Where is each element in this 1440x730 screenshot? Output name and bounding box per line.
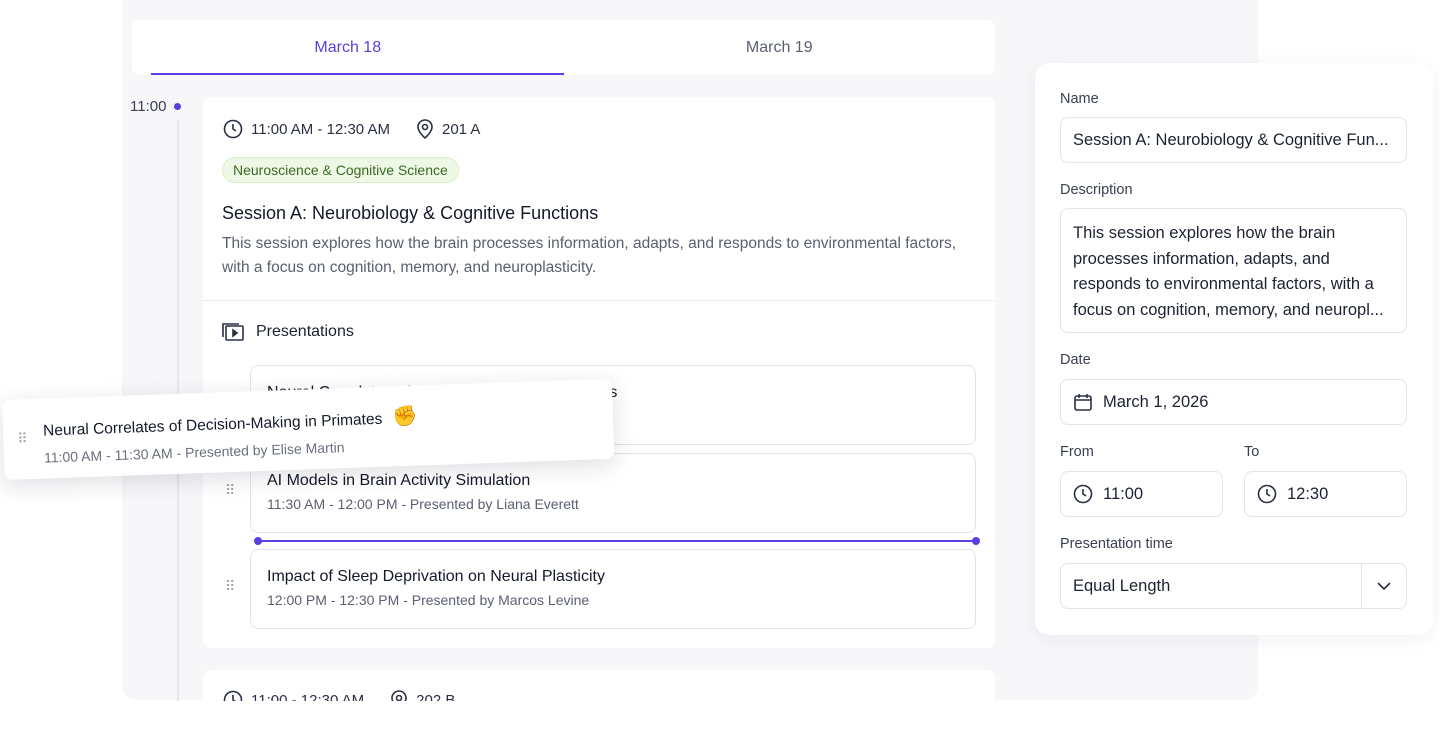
date-label: Date	[1060, 352, 1091, 368]
to-time-input[interactable]: 12:30	[1244, 471, 1407, 517]
timeline-time: 11:00	[130, 98, 166, 115]
chevron-down-icon[interactable]	[1361, 564, 1406, 608]
date-input[interactable]: March 1, 2026	[1060, 379, 1407, 425]
description-textarea[interactable]: This session explores how the brain proc…	[1060, 208, 1407, 333]
calendar-icon	[1073, 392, 1093, 412]
name-label: Name	[1060, 91, 1099, 107]
name-input[interactable]: Session A: Neurobiology & Cognitive Fun.…	[1060, 117, 1407, 163]
presentations-header: Presentations	[222, 323, 354, 341]
presentation-time-value: Equal Length	[1073, 577, 1170, 596]
session-title: Session A: Neurobiology & Cognitive Func…	[222, 203, 598, 224]
presentation-time-select[interactable]: Equal Length	[1060, 563, 1407, 609]
presentation-time-label: Presentation time	[1060, 536, 1173, 552]
session-edit-panel: Name Session A: Neurobiology & Cognitive…	[1035, 63, 1433, 635]
name-value: Session A: Neurobiology & Cognitive Fun.…	[1073, 131, 1389, 150]
topic-tag: Neuroscience & Cognitive Science	[222, 157, 459, 183]
presentation-title: Impact of Sleep Deprivation on Neural Pl…	[267, 568, 959, 586]
drag-handle-icon[interactable]: ⠿	[225, 487, 237, 494]
grab-cursor-icon: ✊	[392, 406, 418, 429]
timeline-dot	[174, 103, 181, 110]
date-value: March 1, 2026	[1103, 393, 1208, 412]
session-meta: 11:00 AM - 12:30 AM 201 A	[223, 119, 480, 139]
presentation-icon	[222, 323, 244, 341]
session-description: This session explores how the brain proc…	[222, 232, 962, 280]
session-room: 201 A	[442, 121, 480, 138]
tab-march-19[interactable]: March 19	[564, 20, 996, 75]
drop-indicator	[258, 540, 976, 542]
presentations-label: Presentations	[256, 323, 354, 341]
description-value: This session explores how the brain proc…	[1073, 221, 1394, 323]
presentation-title: AI Models in Brain Activity Simulation	[267, 472, 959, 490]
from-label: From	[1060, 444, 1094, 460]
from-time-input[interactable]: 11:00	[1060, 471, 1223, 517]
presentation-subtitle: 11:30 AM - 12:00 PM - Presented by Liana…	[267, 496, 959, 512]
description-label: Description	[1060, 182, 1133, 198]
session-time: 11:00 AM - 12:30 AM	[251, 121, 390, 138]
session-card[interactable]: 11:00 AM - 12:30 AM 201 A Neuroscience &…	[203, 97, 995, 648]
drag-handle-icon[interactable]: ⠿	[17, 435, 29, 442]
location-icon	[416, 119, 434, 139]
presentation-item[interactable]: Impact of Sleep Deprivation on Neural Pl…	[250, 549, 976, 629]
to-label: To	[1244, 444, 1259, 460]
clock-icon	[1257, 484, 1277, 504]
clock-icon	[1073, 484, 1093, 504]
divider	[203, 300, 995, 301]
clock-icon	[223, 119, 243, 139]
drag-handle-icon[interactable]: ⠿	[225, 583, 237, 590]
tab-march-18[interactable]: March 18	[132, 20, 564, 75]
from-value: 11:00	[1103, 485, 1143, 504]
session-card[interactable]: 11:00 - 12:30 AM 202 B	[203, 670, 995, 730]
date-tabs: March 18 March 19	[132, 20, 995, 75]
to-value: 12:30	[1287, 485, 1328, 504]
presentation-subtitle: 12:00 PM - 12:30 PM - Presented by Marco…	[267, 592, 959, 608]
bottom-fade	[0, 701, 1440, 717]
